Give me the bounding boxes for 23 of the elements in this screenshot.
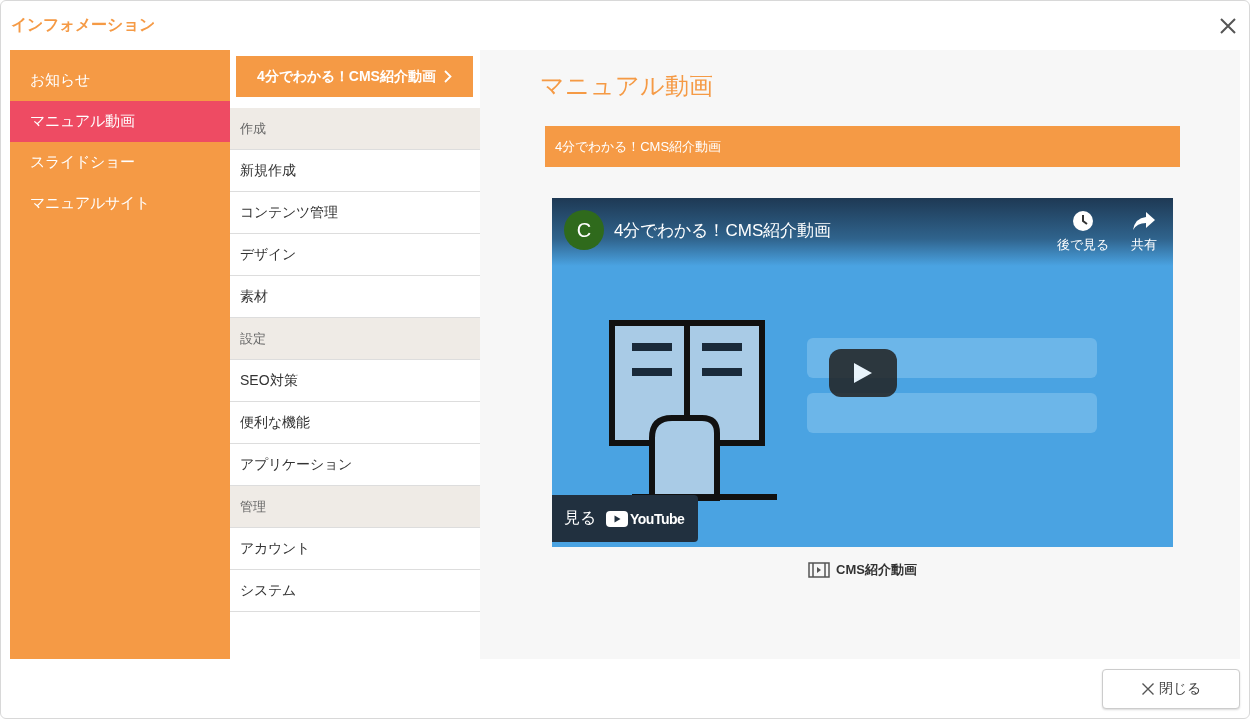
- close-icon: [1141, 682, 1155, 696]
- play-icon: [854, 363, 872, 383]
- film-icon: [808, 562, 831, 578]
- video-caption: CMS紹介動画: [836, 561, 917, 579]
- sidebar-item[interactable]: マニュアル動画: [10, 101, 230, 142]
- play-button[interactable]: [829, 349, 897, 397]
- watch-later-button[interactable]: 後で見る: [1057, 210, 1109, 254]
- share-button[interactable]: 共有: [1131, 210, 1157, 254]
- chevron-right-icon: [443, 70, 452, 83]
- video-title-banner: 4分でわかる！CMS紹介動画: [545, 126, 1180, 167]
- section-header: 管理: [230, 486, 480, 528]
- section-header: 設定: [230, 318, 480, 360]
- play-logo-icon: [606, 510, 628, 527]
- window-title: インフォメーション: [11, 15, 155, 35]
- watch-on-youtube-button[interactable]: 見る YouTube: [552, 495, 699, 542]
- close-icon[interactable]: [1219, 16, 1237, 35]
- share-arrow-icon: [1132, 210, 1156, 232]
- video-title[interactable]: 4分でわかる！CMS紹介動画: [614, 219, 1035, 242]
- close-button[interactable]: 閉じる: [1102, 669, 1240, 709]
- page-heading: マニュアル動画: [540, 71, 714, 101]
- clock-icon: [1072, 210, 1094, 232]
- video-player[interactable]: C 4分でわかる！CMS紹介動画 後で見る 共有 見る YouTube: [552, 198, 1173, 547]
- section-header: 作成: [230, 108, 480, 150]
